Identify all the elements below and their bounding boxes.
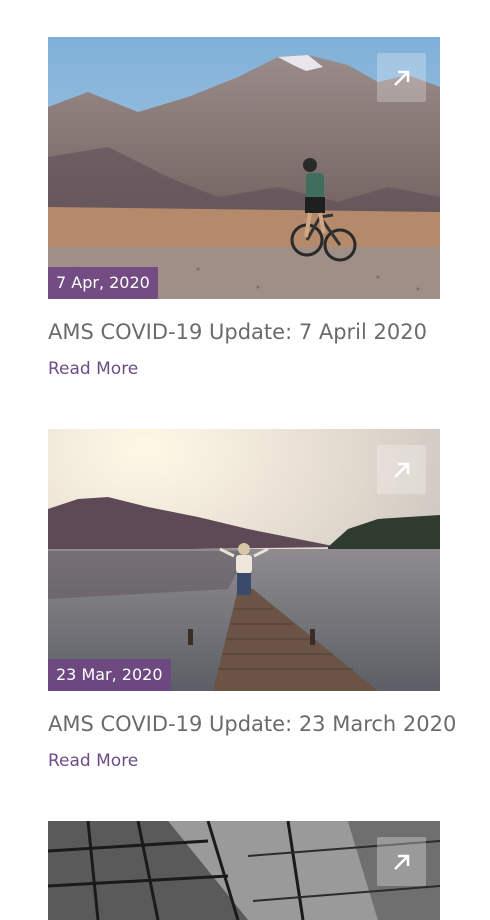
post-date-badge: 23 Mar, 2020 bbox=[48, 659, 171, 691]
post-image-lake-jetty[interactable]: 23 Mar, 2020 bbox=[48, 429, 440, 691]
post-title[interactable]: AMS COVID-19 Update: 7 April 2020 bbox=[48, 317, 440, 347]
read-more-link[interactable]: Read More bbox=[48, 359, 138, 379]
arrow-up-right-icon bbox=[393, 854, 409, 870]
open-post-button[interactable] bbox=[377, 53, 426, 102]
open-post-button[interactable] bbox=[377, 837, 426, 886]
post-image-building-facade[interactable] bbox=[48, 821, 440, 920]
post-card: 23 Mar, 2020 AMS COVID-19 Update: 23 Mar… bbox=[48, 429, 456, 771]
open-post-button[interactable] bbox=[377, 445, 426, 494]
arrow-up-right-icon bbox=[393, 70, 409, 86]
post-card: 7 Apr, 2020 AMS COVID-19 Update: 7 April… bbox=[48, 37, 440, 379]
arrow-up-right-icon bbox=[393, 462, 409, 478]
post-card bbox=[48, 821, 440, 920]
post-image-mountain-cyclist[interactable]: 7 Apr, 2020 bbox=[48, 37, 440, 299]
read-more-link[interactable]: Read More bbox=[48, 751, 138, 771]
post-date-badge: 7 Apr, 2020 bbox=[48, 267, 158, 299]
post-title[interactable]: AMS COVID-19 Update: 23 March 2020 bbox=[48, 709, 456, 739]
